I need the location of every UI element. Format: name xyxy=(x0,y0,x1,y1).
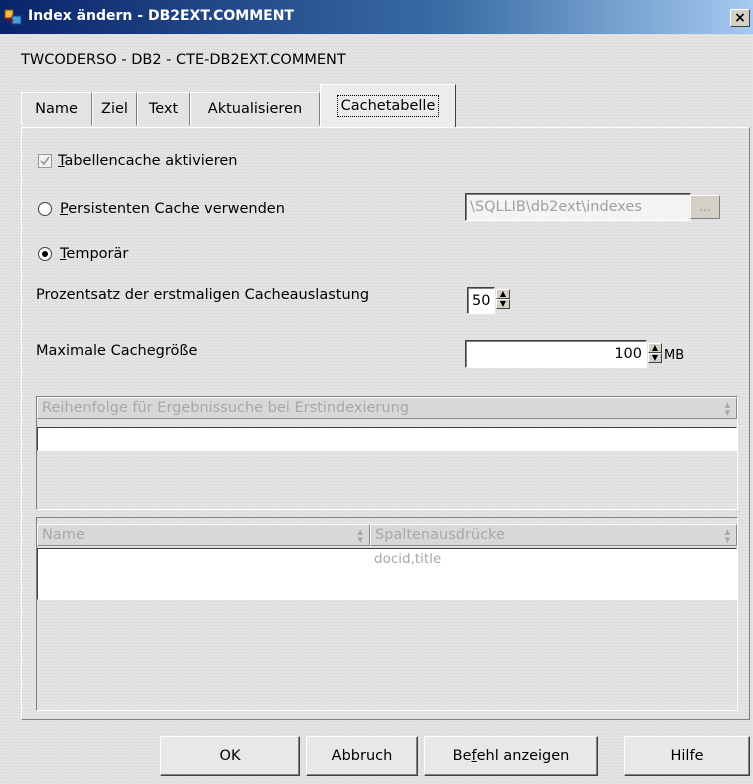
tab-ziel[interactable]: Ziel xyxy=(92,92,137,126)
enable-cache-checkbox[interactable] xyxy=(38,154,52,168)
columns-table-group xyxy=(36,517,738,711)
cache-path-field[interactable]: \SQLLIB\db2ext\indexes xyxy=(465,193,691,221)
search-order-header[interactable]: Reihenfolge für Ergebnissuche bei Erstin… xyxy=(37,397,737,419)
browse-label: ... xyxy=(699,200,711,214)
max-size-label: Maximale Cachegröße xyxy=(36,343,198,359)
spin-up-icon[interactable]: ▲ xyxy=(496,289,510,299)
title-bar[interactable]: Index ändern - DB2EXT.COMMENT × xyxy=(0,0,753,34)
ok-button[interactable]: OK xyxy=(160,736,300,776)
close-button[interactable]: × xyxy=(730,9,750,27)
temporary-cache-radio-row[interactable]: Temporär xyxy=(38,243,128,265)
sort-icon: ▴ ▾ xyxy=(724,525,730,546)
tab-aktualisieren[interactable]: Aktualisieren xyxy=(190,92,320,126)
tab-label: Aktualisieren xyxy=(207,101,303,117)
object-path: TWCODERSO - DB2 - CTE-DB2EXT.COMMENT xyxy=(21,52,346,68)
temporary-cache-radio[interactable] xyxy=(38,247,52,261)
initial-load-value: 50 xyxy=(472,292,491,309)
sort-icon: ▴ ▾ xyxy=(724,398,730,419)
cache-path-value: \SQLLIB\db2ext\indexes xyxy=(470,199,642,215)
show-command-button[interactable]: Befehl anzeigen xyxy=(424,736,598,776)
help-button[interactable]: Hilfe xyxy=(624,736,750,776)
persistent-cache-label: Persistenten Cache verwenden xyxy=(60,201,285,217)
tab-label: Ziel xyxy=(101,101,128,117)
tab-cachetabelle[interactable]: Cachetabelle xyxy=(320,84,456,128)
max-size-value: 100 xyxy=(614,346,642,362)
enable-cache-checkbox-row[interactable]: Tabellencache aktivieren xyxy=(38,150,237,172)
max-size-spinner[interactable]: ▲ ▼ xyxy=(648,343,662,363)
temporary-cache-label: Temporär xyxy=(60,246,129,262)
max-size-input[interactable]: 100 xyxy=(465,340,647,368)
search-order-list[interactable] xyxy=(37,427,737,451)
window-title: Index ändern - DB2EXT.COMMENT xyxy=(28,8,294,24)
max-size-unit: MB xyxy=(664,347,685,363)
initial-load-input[interactable]: 50 xyxy=(467,287,495,314)
dialog-window: Index ändern - DB2EXT.COMMENT × TWCODERS… xyxy=(0,0,753,784)
tab-text[interactable]: Text xyxy=(137,92,190,126)
browse-button[interactable]: ... xyxy=(690,195,720,219)
column-header-name[interactable]: Name ▴ ▾ xyxy=(37,524,370,546)
initial-load-label: Prozentsatz der erstmaligen Cacheauslast… xyxy=(36,287,370,303)
sort-icon: ▴ ▾ xyxy=(357,525,363,546)
table-cell-name xyxy=(38,551,371,573)
close-icon: × xyxy=(734,10,746,26)
spin-down-icon[interactable]: ▼ xyxy=(496,299,510,309)
radio-selected-dot xyxy=(42,251,48,257)
enable-cache-label: Tabellencache aktivieren xyxy=(58,153,238,169)
spin-up-icon[interactable]: ▲ xyxy=(648,343,662,353)
column-header-expressions[interactable]: Spaltenausdrücke ▴ ▾ xyxy=(370,524,737,546)
initial-load-spinner[interactable]: ▲ ▼ xyxy=(496,289,510,309)
persistent-cache-radio-row[interactable]: Persistenten Cache verwenden xyxy=(38,198,285,220)
spin-down-icon[interactable]: ▼ xyxy=(648,353,662,363)
tab-name[interactable]: Name xyxy=(21,92,92,126)
cancel-button[interactable]: Abbruch xyxy=(306,736,418,776)
app-icon xyxy=(4,9,22,25)
persistent-cache-radio[interactable] xyxy=(38,202,52,216)
tab-label: Cachetabelle xyxy=(336,95,440,117)
tab-label: Text xyxy=(148,101,179,117)
columns-table-body[interactable]: docid,title xyxy=(37,548,737,600)
tab-label: Name xyxy=(35,101,78,117)
checkmark-icon xyxy=(40,156,50,166)
table-cell-expression: docid,title xyxy=(374,551,442,567)
